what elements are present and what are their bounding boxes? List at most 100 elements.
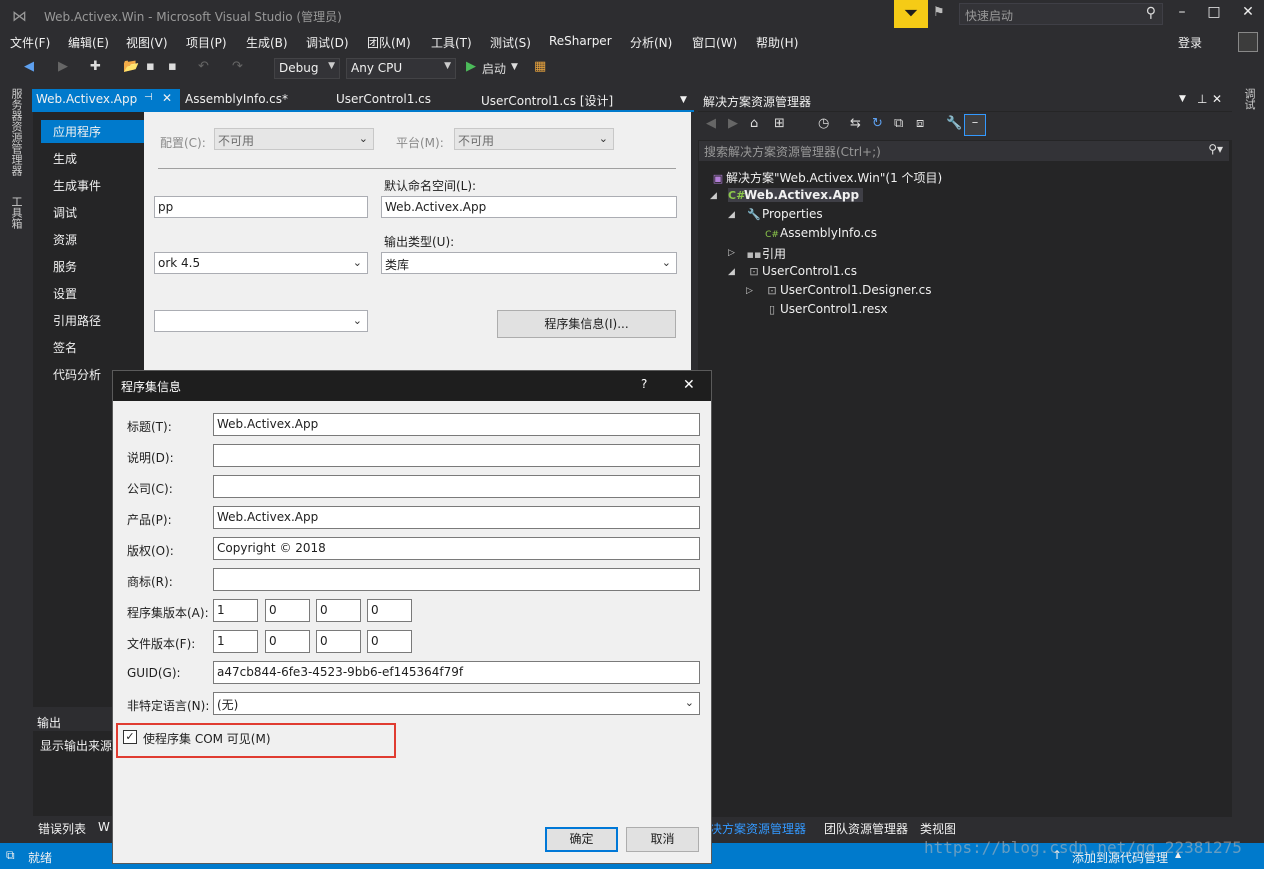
pin-icon[interactable]: ⊣ bbox=[144, 92, 153, 103]
expanded-arrow-icon[interactable]: ◢ bbox=[710, 191, 717, 201]
tab-web-activex-app[interactable]: Web.Activex.App ⊣ ✕ bbox=[32, 89, 180, 110]
start-play-icon[interactable]: ▶ bbox=[466, 59, 476, 74]
product-input[interactable]: Web.Activex.App bbox=[213, 506, 700, 529]
redo-icon[interactable]: ↷ bbox=[232, 59, 243, 74]
menu-help[interactable]: 帮助(H) bbox=[756, 34, 798, 51]
target-framework-select[interactable]: ork 4.5 ⌄ bbox=[154, 252, 368, 274]
tree-usercontrol1-resx[interactable]: ▯ UserControl1.resx bbox=[764, 302, 888, 316]
menu-file[interactable]: 文件(F) bbox=[10, 34, 50, 51]
tab-class-view[interactable]: 类视图 bbox=[920, 820, 956, 837]
close-window-button[interactable]: ✕ bbox=[1237, 4, 1259, 24]
minimize-button[interactable]: – bbox=[1171, 4, 1193, 24]
com-visible-label[interactable]: 使程序集 COM 可见(M) bbox=[143, 730, 271, 747]
file-version-minor[interactable]: 0 bbox=[265, 630, 310, 653]
switch-views-icon[interactable]: ⊞ bbox=[774, 116, 785, 131]
help-button[interactable]: ? bbox=[641, 377, 647, 391]
default-namespace-input[interactable]: Web.Activex.App bbox=[381, 196, 677, 218]
nav-settings[interactable]: 设置 bbox=[53, 285, 77, 302]
menu-analyze[interactable]: 分析(N) bbox=[630, 34, 672, 51]
refresh-icon[interactable]: ↻ bbox=[872, 116, 883, 131]
menu-window[interactable]: 窗口(W) bbox=[692, 34, 737, 51]
tree-assemblyinfo[interactable]: C#AssemblyInfo.cs bbox=[764, 226, 877, 240]
tab-assemblyinfo[interactable]: AssemblyInfo.cs* bbox=[181, 89, 292, 110]
sign-in-link[interactable]: 登录 bbox=[1178, 34, 1202, 51]
chevron-down-icon[interactable]: ▼ bbox=[511, 62, 518, 72]
menu-edit[interactable]: 编辑(E) bbox=[68, 34, 109, 51]
chevron-down-icon[interactable]: ▼ bbox=[1179, 94, 1186, 104]
maximize-button[interactable]: □ bbox=[1203, 4, 1225, 24]
show-all-files-icon[interactable]: ⧈ bbox=[916, 116, 924, 131]
tree-references[interactable]: ▪▪引用 bbox=[746, 245, 786, 262]
tree-properties[interactable]: 🔧Properties bbox=[746, 207, 823, 221]
tab-usercontrol1[interactable]: UserControl1.cs bbox=[332, 89, 435, 110]
new-project-icon[interactable]: ✚ bbox=[90, 59, 101, 74]
server-explorer-tab[interactable]: 服务器资源管理器 bbox=[9, 88, 23, 176]
nav-build[interactable]: 生成 bbox=[53, 150, 77, 167]
collapse-all-icon[interactable]: ⧉ bbox=[894, 116, 903, 131]
solution-explorer-search[interactable]: 搜索解决方案资源管理器(Ctrl+;) ⚲▾ bbox=[699, 141, 1229, 161]
quick-launch-input[interactable]: 快速启动 ⚲ bbox=[959, 3, 1163, 25]
close-tab-icon[interactable]: ✕ bbox=[162, 91, 172, 105]
feedback-funnel-icon[interactable]: ⏷ bbox=[894, 0, 928, 28]
cancel-button[interactable]: 取消 bbox=[626, 827, 699, 852]
assembly-info-button[interactable]: 程序集信息(I)... bbox=[497, 310, 676, 338]
output-type-select[interactable]: 类库 ⌄ bbox=[381, 252, 677, 274]
home-icon[interactable]: ⌂ bbox=[750, 116, 758, 131]
tree-usercontrol1[interactable]: ⊡ UserControl1.cs bbox=[746, 264, 857, 278]
tree-solution[interactable]: ▣ 解决方案"Web.Activex.Win"(1 个项目) bbox=[710, 169, 942, 186]
menu-project[interactable]: 项目(P) bbox=[186, 34, 227, 51]
tab-team-explorer[interactable]: 团队资源管理器 bbox=[824, 820, 908, 837]
tree-project[interactable]: C#Web.Activex.App bbox=[728, 188, 864, 202]
assembly-version-major[interactable]: 1 bbox=[213, 599, 258, 622]
save-all-icon[interactable]: ▪ bbox=[168, 59, 177, 74]
nav-services[interactable]: 服务 bbox=[53, 258, 77, 275]
description-input[interactable] bbox=[213, 444, 700, 467]
nav-code-analysis[interactable]: 代码分析 bbox=[53, 366, 101, 383]
expanded-arrow-icon[interactable]: ◢ bbox=[728, 267, 735, 277]
undo-icon[interactable]: ↶ bbox=[198, 59, 209, 74]
solution-config-select[interactable]: Debug ▼ bbox=[274, 58, 340, 79]
pin-icon[interactable]: ⊥ bbox=[1197, 92, 1207, 106]
file-version-revision[interactable]: 0 bbox=[367, 630, 412, 653]
menu-test[interactable]: 测试(S) bbox=[490, 34, 531, 51]
back-icon[interactable]: ◀ bbox=[706, 116, 716, 131]
guid-input[interactable]: a47cb844-6fe3-4523-9bb6-ef145364f79f bbox=[213, 661, 700, 684]
menu-team[interactable]: 团队(M) bbox=[367, 34, 411, 51]
com-visible-checkbox[interactable]: ✓ bbox=[123, 730, 137, 744]
collapsed-arrow-icon[interactable]: ▷ bbox=[746, 286, 753, 296]
forward-icon[interactable]: ▶ bbox=[58, 59, 68, 74]
account-icon[interactable] bbox=[1238, 32, 1258, 52]
tab-w[interactable]: W bbox=[98, 820, 110, 834]
toolbox-tab[interactable]: 工具箱 bbox=[9, 196, 23, 229]
trademark-input[interactable] bbox=[213, 568, 700, 591]
assembly-version-build[interactable]: 0 bbox=[316, 599, 361, 622]
assembly-version-minor[interactable]: 0 bbox=[265, 599, 310, 622]
nav-build-events[interactable]: 生成事件 bbox=[53, 177, 101, 194]
nav-signing[interactable]: 签名 bbox=[53, 339, 77, 356]
preview-selected-icon[interactable]: – bbox=[964, 114, 986, 136]
tab-solution-explorer[interactable]: 解决方案资源管理器 bbox=[698, 820, 814, 837]
copyright-input[interactable]: Copyright © 2018 bbox=[213, 537, 700, 560]
menu-resharper[interactable]: ReSharper bbox=[549, 34, 612, 48]
save-icon[interactable]: ▪ bbox=[146, 59, 155, 74]
assembly-name-input[interactable]: pp bbox=[154, 196, 368, 218]
expanded-arrow-icon[interactable]: ◢ bbox=[728, 210, 735, 220]
properties-wrench-icon[interactable]: 🔧 bbox=[946, 116, 962, 131]
ok-button[interactable]: 确定 bbox=[545, 827, 618, 852]
neutral-language-select[interactable]: (无) ⌄ bbox=[213, 692, 700, 715]
find-in-files-icon[interactable]: ▦ bbox=[534, 59, 546, 74]
sync-icon[interactable]: ⇆ bbox=[850, 116, 861, 131]
file-version-major[interactable]: 1 bbox=[213, 630, 258, 653]
tab-usercontrol1-design[interactable]: UserControl1.cs [设计] bbox=[477, 89, 617, 110]
nav-resources[interactable]: 资源 bbox=[53, 231, 77, 248]
start-button[interactable]: 启动 bbox=[482, 60, 506, 77]
file-version-build[interactable]: 0 bbox=[316, 630, 361, 653]
collapsed-arrow-icon[interactable]: ▷ bbox=[728, 248, 735, 258]
solution-platform-select[interactable]: Any CPU ▼ bbox=[346, 58, 456, 79]
tree-usercontrol1-designer[interactable]: ⊡ UserControl1.Designer.cs bbox=[764, 283, 931, 297]
menu-view[interactable]: 视图(V) bbox=[126, 34, 168, 51]
company-input[interactable] bbox=[213, 475, 700, 498]
tab-error-list[interactable]: 错误列表 bbox=[38, 820, 86, 837]
assembly-version-revision[interactable]: 0 bbox=[367, 599, 412, 622]
nav-application[interactable]: 应用程序 bbox=[41, 120, 152, 143]
